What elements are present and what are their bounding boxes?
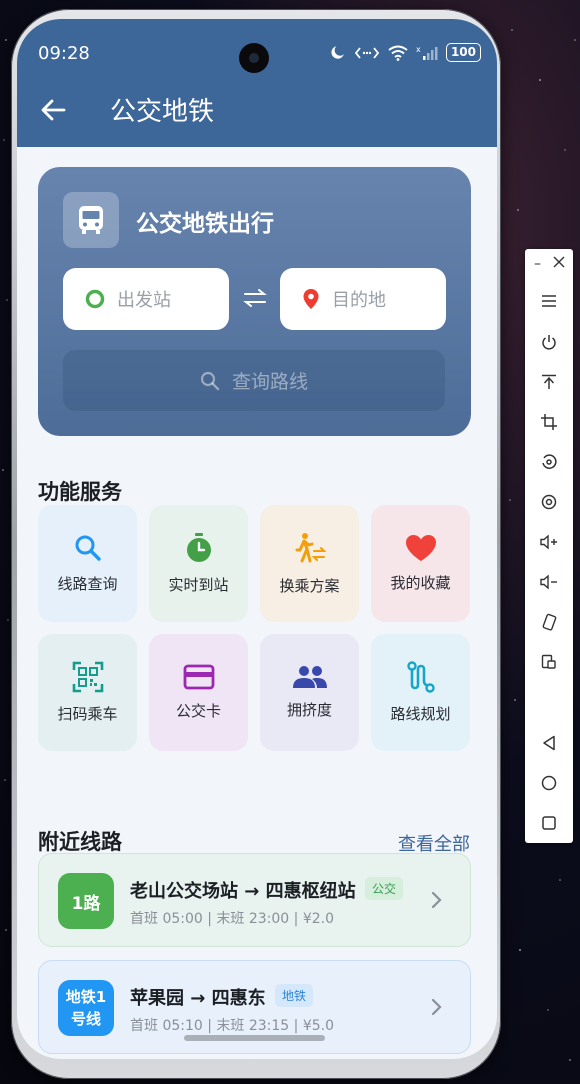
chevron-right-icon [431, 998, 442, 1016]
service-label: 线路查询 [57, 575, 118, 593]
search-icon [75, 535, 101, 561]
nav-recents-icon[interactable] [537, 811, 561, 835]
phone-screen: 09:28 x 100 公交地铁 公交地铁出行 出发站 目的地 查询路线 功能服… [17, 19, 497, 1059]
volume-up-icon[interactable] [537, 530, 561, 554]
people-icon [292, 666, 327, 688]
route-name: 老山公交场站 → 四惠枢纽站 [130, 881, 356, 902]
nav-back-icon[interactable] [537, 731, 561, 755]
origin-input[interactable]: 出发站 [63, 268, 229, 330]
service-label: 换乘方案 [279, 577, 340, 595]
home-indicator[interactable] [184, 1035, 325, 1041]
battery-icon: 100 [445, 43, 481, 62]
route-icon [406, 661, 435, 693]
bus-icon [63, 192, 119, 248]
svg-text:x: x [416, 45, 421, 54]
volume-down-icon[interactable] [537, 570, 561, 594]
location-pin-icon [303, 289, 319, 309]
app-header: 09:28 x 100 公交地铁 [17, 19, 497, 147]
route-badge: 地铁1号线 [58, 980, 114, 1036]
service-label: 公交卡 [175, 702, 221, 720]
hero-title: 公交地铁出行 [136, 211, 274, 237]
service-route-search[interactable]: 线路查询 [38, 505, 137, 622]
transfer-walk-icon [295, 533, 326, 563]
service-label: 我的收藏 [390, 574, 451, 592]
wifi-icon [388, 45, 408, 61]
power-icon[interactable] [537, 330, 561, 354]
qr-scan-icon [72, 661, 103, 693]
card-icon [183, 664, 214, 690]
status-icons: x 100 [329, 43, 481, 62]
record-icon[interactable] [537, 490, 561, 514]
service-transfer-plan[interactable]: 换乘方案 [260, 505, 359, 622]
nearby-section-title: 附近线路 [38, 830, 122, 854]
services-section-title: 功能服务 [38, 480, 122, 504]
main-content: 公交地铁出行 出发站 目的地 查询路线 功能服务 线路查询 实时到站 换乘方案 … [17, 147, 497, 1059]
status-time: 09:28 [38, 43, 90, 64]
route-type-tag: 地铁 [275, 984, 314, 1007]
crop-icon[interactable] [537, 410, 561, 434]
origin-dot-icon [85, 289, 105, 309]
close-icon[interactable] [553, 256, 565, 268]
front-camera [239, 43, 269, 73]
destination-input[interactable]: 目的地 [280, 268, 446, 330]
query-route-label: 查询路线 [231, 371, 308, 393]
query-route-button[interactable]: 查询路线 [63, 350, 445, 411]
route-card[interactable]: 1路 老山公交场站 → 四惠枢纽站 公交 首班 05:00 | 末班 23:00… [38, 853, 471, 947]
service-label: 实时到站 [168, 576, 229, 594]
rotate-device-icon[interactable] [537, 610, 561, 634]
service-label: 拥挤度 [286, 701, 332, 719]
screenshot-icon[interactable] [537, 650, 561, 674]
data-transfer-icon [354, 46, 380, 59]
back-button[interactable] [39, 95, 67, 125]
swap-arrows-icon[interactable] [242, 288, 268, 308]
menu-icon[interactable] [537, 289, 561, 313]
route-type-tag: 公交 [365, 877, 404, 900]
nav-home-icon[interactable] [537, 771, 561, 795]
stopwatch-icon [186, 533, 211, 562]
heart-icon [405, 535, 436, 561]
page-title: 公交地铁 [110, 97, 215, 127]
rotate-icon[interactable] [537, 450, 561, 474]
service-crowding[interactable]: 拥挤度 [260, 634, 359, 751]
origin-placeholder: 出发站 [117, 290, 171, 311]
service-route-planning[interactable]: 路线规划 [371, 634, 470, 751]
service-transit-card[interactable]: 公交卡 [149, 634, 248, 751]
service-label: 路线规划 [390, 705, 451, 723]
destination-placeholder: 目的地 [332, 290, 386, 311]
route-name: 苹果园 → 四惠东 [130, 988, 266, 1009]
service-favorites[interactable]: 我的收藏 [371, 505, 470, 622]
route-schedule: 首班 05:10 | 末班 23:15 | ¥5.0 [130, 1018, 334, 1034]
trip-planner-card: 公交地铁出行 出发站 目的地 查询路线 [38, 167, 471, 436]
service-scan-ride[interactable]: 扫码乘车 [38, 634, 137, 751]
route-badge: 1路 [58, 873, 114, 929]
search-icon [200, 371, 220, 390]
pin-top-icon[interactable] [537, 370, 561, 394]
signal-icon: x [416, 45, 438, 60]
service-realtime-arrival[interactable]: 实时到站 [149, 505, 248, 622]
minimize-icon[interactable]: – [534, 257, 541, 271]
route-schedule: 首班 05:00 | 末班 23:00 | ¥2.0 [130, 911, 334, 927]
service-label: 扫码乘车 [57, 705, 118, 723]
emulator-sidebar: – [525, 249, 573, 843]
moon-icon [331, 46, 344, 59]
chevron-right-icon [431, 891, 442, 909]
